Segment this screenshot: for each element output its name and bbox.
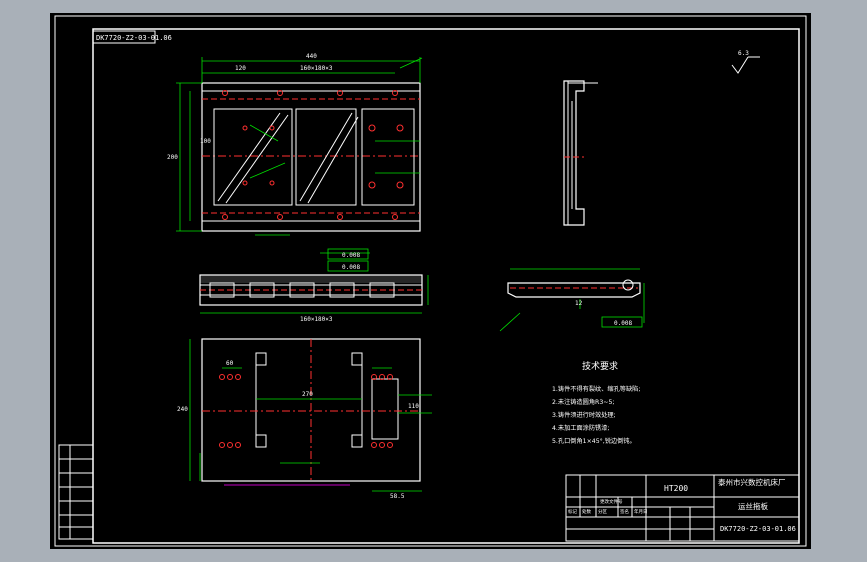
tech-item-3: 3.铸件须进行时效处理; [552, 411, 616, 419]
dim-110: 110 [408, 403, 419, 410]
dim-58-5: 58.5 [390, 493, 405, 500]
tech-list: 1.铸件不得有裂纹、缩孔等缺陷; 2.未注铸造圆角R3~5; 3.铸件须进行时效… [552, 385, 640, 445]
tech-item-1: 1.铸件不得有裂纹、缩孔等缺陷; [552, 385, 640, 393]
outer-frame [54, 15, 807, 547]
code-label: DK7720-Z2-03-01.06 [96, 34, 172, 42]
tol-1: 0.008 [342, 252, 360, 259]
dim-60: 60 [226, 360, 234, 367]
dim-front-length: 160×180×3 [300, 316, 333, 323]
dim-100: 100 [200, 138, 211, 145]
roughness-mark [731, 56, 760, 74]
roughness-value: 6.3 [738, 50, 749, 57]
side-view [563, 80, 598, 226]
legend-count: 处数 [582, 508, 591, 515]
dim-overall-width: 440 [306, 53, 317, 60]
material: HT200 [664, 484, 688, 493]
detail-dim-12: 12 [575, 300, 583, 307]
tech-item-2: 2.未注铸造圆角R3~5; [552, 398, 614, 406]
legend-sign: 签名 [620, 508, 629, 515]
cad-viewport[interactable]: DK7720-Z2-03-01.06 440 160×180×3 120 100… [50, 13, 811, 549]
drawing-number: DK7720-Z2-03-01.06 [720, 525, 796, 533]
dim-270: 270 [302, 391, 313, 398]
engineering-drawing: DK7720-Z2-03-01.06 440 160×180×3 120 100… [54, 15, 807, 547]
detail-view: 0.008 12 [499, 268, 645, 332]
bottom-view: 270 240 60 110 58.5 [177, 338, 432, 500]
company-name: 泰州市兴数控机床厂 [718, 477, 786, 487]
dim-pitch: 160×180×3 [300, 65, 333, 72]
side-table [58, 444, 94, 540]
tol-2: 0.008 [342, 264, 360, 271]
front-view: 0.008 0.008 160×180×3 [199, 248, 429, 323]
legend-mark: 标记 [568, 508, 577, 515]
legend-zone: 分区 [598, 508, 607, 515]
legend-date: 年月日 [634, 508, 648, 515]
tech-title: 技术要求 [582, 360, 618, 372]
detail-tol: 0.008 [614, 320, 632, 327]
top-view: 440 160×180×3 120 100 200 [167, 53, 423, 236]
legend-file: 更改文件号 [600, 498, 623, 505]
inner-frame [92, 28, 800, 544]
dim-left-120: 120 [235, 65, 246, 72]
dim-240: 240 [177, 406, 188, 413]
tech-item-5: 5.孔口倒角1×45°,锐边倒钝。 [552, 437, 636, 445]
part-name: 运丝拖板 [738, 501, 768, 511]
dim-height-200: 200 [167, 154, 178, 161]
tech-item-4: 4.未加工面涂防锈漆; [552, 424, 610, 432]
